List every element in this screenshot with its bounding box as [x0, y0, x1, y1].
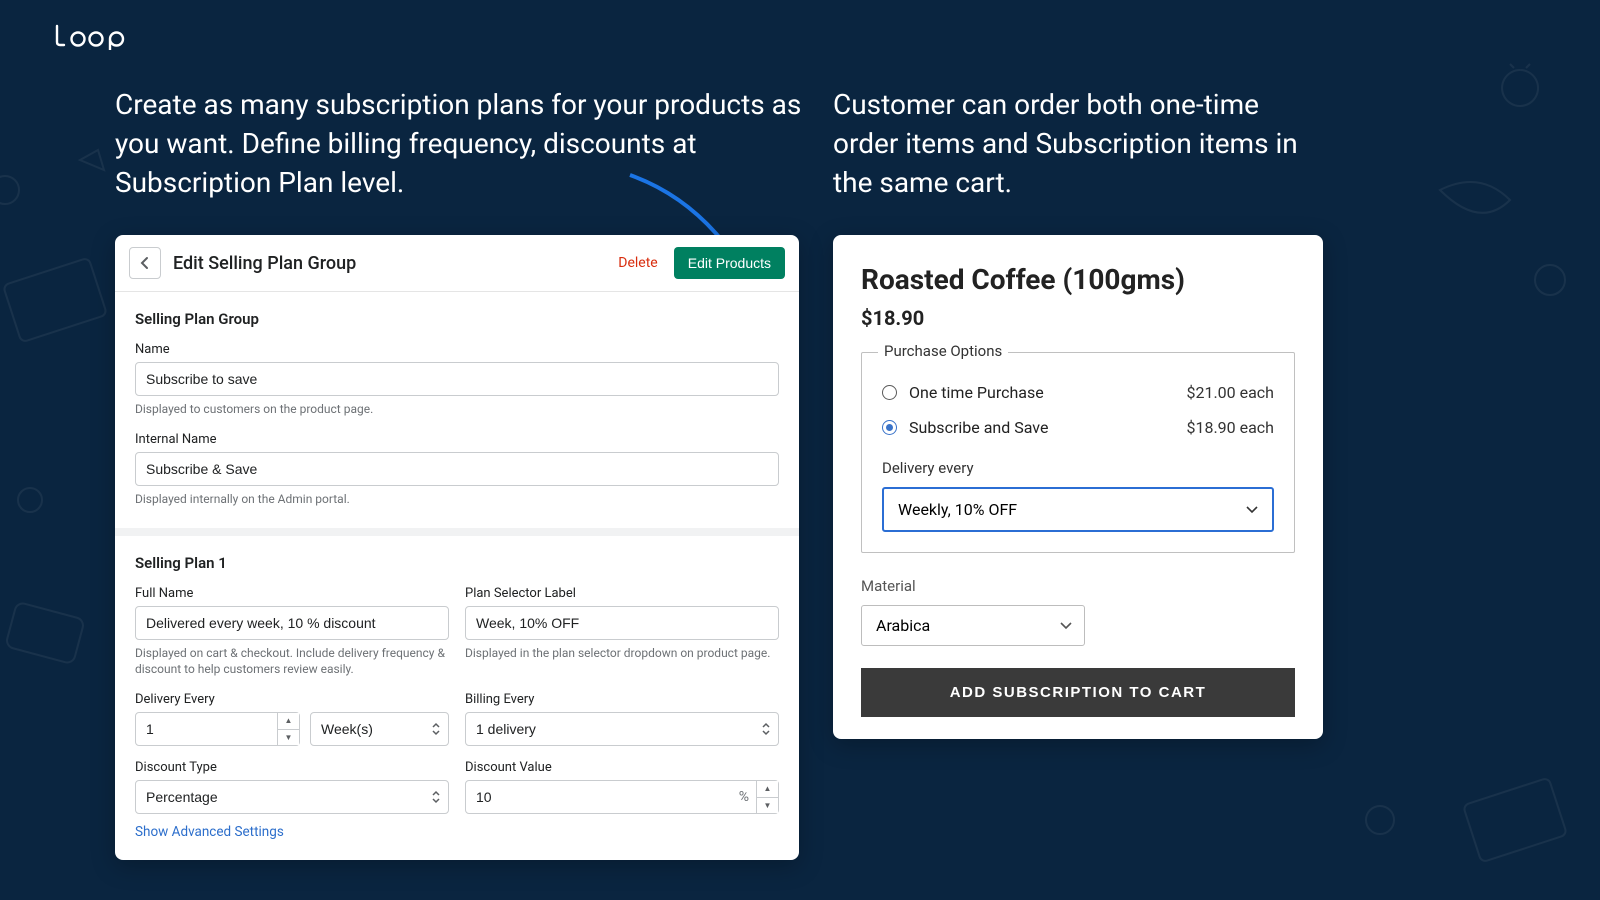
name-label: Name	[135, 342, 779, 357]
material-value: Arabica	[876, 616, 930, 635]
delivery-number-input[interactable]	[135, 712, 300, 746]
brand-logo	[54, 22, 144, 50]
show-advanced-link[interactable]: Show Advanced Settings	[135, 824, 284, 840]
discount-value-input[interactable]	[465, 780, 779, 814]
admin-panel: Edit Selling Plan Group Delete Edit Prod…	[115, 235, 799, 860]
internal-name-label: Internal Name	[135, 432, 779, 447]
name-input[interactable]	[135, 362, 779, 396]
group-section: Selling Plan Group Name Displayed to cus…	[115, 292, 799, 528]
delivery-num-up[interactable]: ▲	[278, 713, 299, 730]
fullname-help: Displayed on cart & checkout. Include de…	[135, 645, 449, 679]
selector-input[interactable]	[465, 606, 779, 640]
internal-name-help: Displayed internally on the Admin portal…	[135, 491, 779, 508]
discount-value-up[interactable]: ▲	[757, 781, 778, 798]
plan1-title: Selling Plan 1	[135, 554, 779, 572]
selector-label: Plan Selector Label	[465, 586, 779, 601]
delete-button[interactable]: Delete	[612, 247, 663, 279]
discount-value-down[interactable]: ▼	[757, 798, 778, 814]
group-section-title: Selling Plan Group	[135, 310, 779, 328]
page-title: Edit Selling Plan Group	[173, 253, 356, 274]
chevron-down-icon	[1060, 622, 1072, 630]
radio-onetime[interactable]	[882, 385, 897, 400]
discount-type-label: Discount Type	[135, 760, 449, 775]
headline-right: Customer can order both one-time order i…	[833, 85, 1313, 203]
billing-every-label: Billing Every	[465, 692, 779, 707]
delivery-every-label: Delivery every	[882, 459, 1274, 477]
radio-subscribe[interactable]	[882, 420, 897, 435]
option-subscribe-row[interactable]: Subscribe and Save $18.90 each	[882, 410, 1274, 445]
name-help: Displayed to customers on the product pa…	[135, 401, 779, 418]
discount-suffix: %	[739, 789, 749, 805]
product-price: $18.90	[861, 306, 1295, 330]
discount-value-label: Discount Value	[465, 760, 779, 775]
product-title: Roasted Coffee (100gms)	[861, 263, 1295, 296]
add-to-cart-button[interactable]: ADD SUBSCRIPTION TO CART	[861, 668, 1295, 717]
purchase-options-legend: Purchase Options	[878, 342, 1008, 360]
purchase-options-box: Purchase Options One time Purchase $21.0…	[861, 352, 1295, 553]
edit-products-button[interactable]: Edit Products	[674, 247, 785, 279]
storefront-panel: Roasted Coffee (100gms) $18.90 Purchase …	[833, 235, 1323, 739]
delivery-every-label: Delivery Every	[135, 692, 449, 707]
fullname-input[interactable]	[135, 606, 449, 640]
fullname-label: Full Name	[135, 586, 449, 601]
option-subscribe-label: Subscribe and Save	[909, 418, 1048, 437]
panel-header: Edit Selling Plan Group Delete Edit Prod…	[115, 235, 799, 292]
chevron-down-icon	[1246, 506, 1258, 514]
internal-name-input[interactable]	[135, 452, 779, 486]
headline-left: Create as many subscription plans for yo…	[115, 85, 815, 203]
material-select[interactable]: Arabica	[861, 605, 1085, 646]
delivery-every-select[interactable]: Weekly, 10% OFF	[882, 487, 1274, 532]
option-onetime-price: $21.00 each	[1186, 383, 1274, 402]
delivery-every-value: Weekly, 10% OFF	[898, 500, 1017, 519]
option-onetime-row[interactable]: One time Purchase $21.00 each	[882, 375, 1274, 410]
delivery-num-down[interactable]: ▼	[278, 730, 299, 746]
billing-every-select[interactable]	[465, 712, 779, 746]
discount-type-select[interactable]	[135, 780, 449, 814]
plan1-section: Selling Plan 1 Full Name Displayed on ca…	[115, 528, 799, 861]
selector-help: Displayed in the plan selector dropdown …	[465, 645, 779, 662]
back-button[interactable]	[129, 247, 161, 279]
material-label: Material	[861, 577, 1295, 595]
option-onetime-label: One time Purchase	[909, 383, 1044, 402]
delivery-unit-select[interactable]	[310, 712, 449, 746]
option-subscribe-price: $18.90 each	[1186, 418, 1274, 437]
